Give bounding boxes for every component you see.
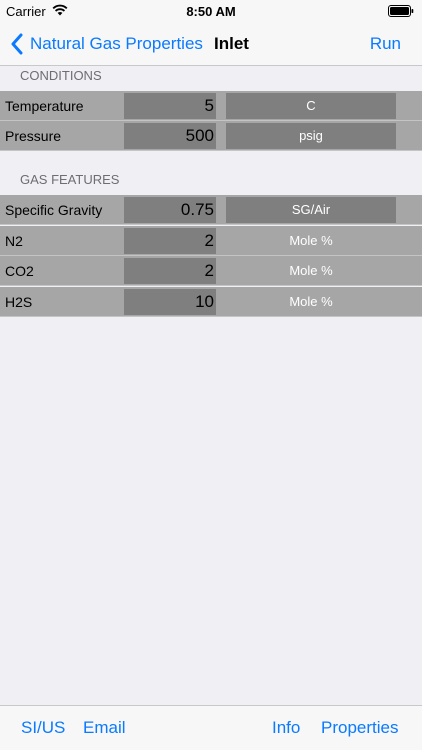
temperature-input[interactable]: 5 xyxy=(124,93,216,119)
h2s-input[interactable]: 10 xyxy=(124,289,216,315)
n2-input[interactable]: 2 xyxy=(124,228,216,254)
co2-row: CO2 2 Mole % xyxy=(0,256,422,286)
email-button[interactable]: Email xyxy=(83,706,126,750)
navigation-bar: Natural Gas Properties Inlet Run xyxy=(0,22,422,66)
n2-unit-label: Mole % xyxy=(289,233,333,248)
back-button-label: Natural Gas Properties xyxy=(30,34,203,53)
specific-gravity-label: Specific Gravity xyxy=(5,202,103,218)
temperature-row: Temperature 5 C xyxy=(0,91,422,121)
co2-label: CO2 xyxy=(5,263,34,279)
specific-gravity-unit-button[interactable]: SG/Air xyxy=(226,197,396,223)
n2-row: N2 2 Mole % xyxy=(0,226,422,256)
si-us-button[interactable]: SI/US xyxy=(21,706,65,750)
pressure-row: Pressure 500 psig xyxy=(0,121,422,151)
co2-unit-label: Mole % xyxy=(289,263,333,278)
co2-input[interactable]: 2 xyxy=(124,258,216,284)
gas-features-header: GAS FEATURES xyxy=(20,172,120,187)
chevron-left-icon xyxy=(11,33,23,55)
temperature-unit-button[interactable]: C xyxy=(226,93,396,119)
info-button[interactable]: Info xyxy=(272,706,300,750)
bottom-toolbar: SI/US Email Info Properties xyxy=(0,705,422,750)
n2-label: N2 xyxy=(5,233,23,249)
status-bar: Carrier 8:50 AM xyxy=(0,0,422,22)
pressure-input[interactable]: 500 xyxy=(124,123,216,149)
pressure-label: Pressure xyxy=(5,128,62,144)
specific-gravity-row: Specific Gravity 0.75 SG/Air xyxy=(0,195,422,225)
battery-icon xyxy=(388,5,414,17)
temperature-label: Temperature xyxy=(5,98,84,114)
pressure-unit-button[interactable]: psig xyxy=(226,123,396,149)
properties-button[interactable]: Properties xyxy=(321,706,398,750)
back-button[interactable]: Natural Gas Properties xyxy=(10,22,203,66)
status-time: 8:50 AM xyxy=(186,4,236,19)
h2s-row: H2S 10 Mole % xyxy=(0,287,422,317)
h2s-unit-label: Mole % xyxy=(289,294,333,309)
specific-gravity-input[interactable]: 0.75 xyxy=(124,197,216,223)
run-button[interactable]: Run xyxy=(370,22,401,66)
page-title: Inlet xyxy=(214,34,249,53)
conditions-header: CONDITIONS xyxy=(20,68,102,83)
h2s-label: H2S xyxy=(5,294,33,310)
